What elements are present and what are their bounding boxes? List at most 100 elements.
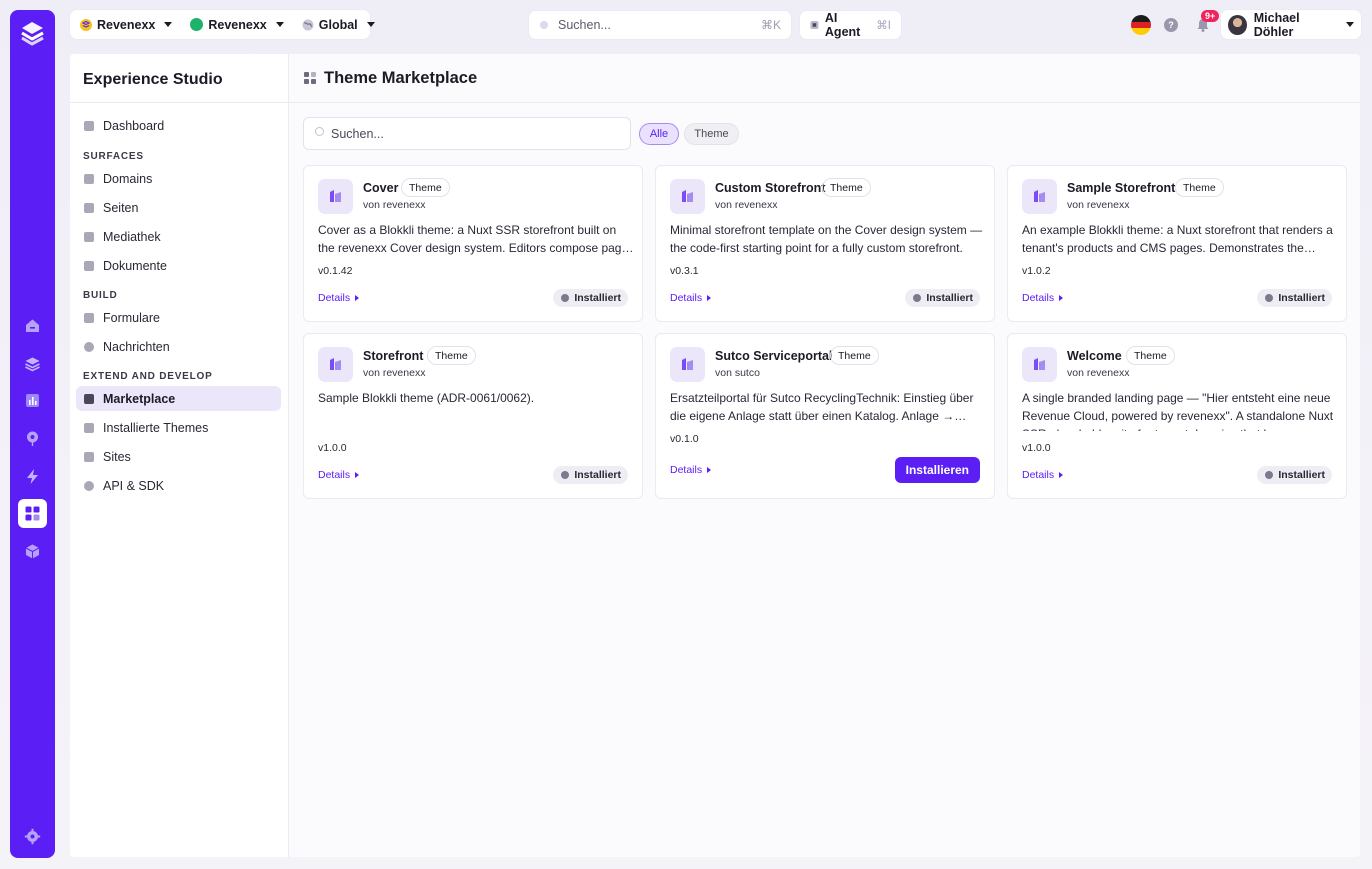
sidebar-item-label: Mediathek (103, 229, 161, 244)
arrow-right-icon (355, 295, 360, 301)
theme-name: Sutco Serviceportal (715, 349, 833, 363)
workspace-selector[interactable]: Revenexx (180, 10, 291, 39)
sidebar-item-label: Seiten (103, 200, 139, 215)
sidebar-item-label: Dokumente (103, 258, 167, 273)
sidebar-item-sites[interactable]: Sites (76, 444, 281, 469)
arrow-right-icon (707, 295, 712, 301)
page-title: Theme Marketplace (324, 68, 478, 87)
section-build: BUILD (83, 290, 118, 301)
details-label: Details (1022, 469, 1055, 481)
theme-type-tag: Theme (1126, 346, 1175, 365)
global-search[interactable]: Suchen... ⌘K (529, 11, 791, 39)
themes-icon (84, 422, 94, 433)
sidebar-item-nachrichten[interactable]: Nachrichten (76, 334, 281, 359)
main-panel: Experience Studio Dashboard SURFACES Dom… (70, 54, 1360, 857)
installed-label: Installiert (1278, 292, 1325, 304)
page-header: Theme Marketplace (289, 54, 1360, 103)
filter-chip-alle[interactable]: Alle (639, 123, 679, 145)
theme-card: Storefront Theme von revenexx Sample Blo… (303, 333, 643, 499)
theme-type-tag: Theme (427, 346, 476, 365)
settings-icon[interactable] (18, 822, 47, 851)
details-label: Details (1022, 292, 1055, 304)
sidebar-item-marketplace[interactable]: Marketplace (76, 386, 281, 411)
details-link[interactable]: Details (670, 464, 712, 476)
check-circle-icon (561, 471, 570, 479)
marketplace-icon (84, 393, 94, 404)
user-menu[interactable]: Michael Döhler (1221, 10, 1361, 39)
chevron-down-icon (1346, 22, 1354, 27)
sidebar-item-domains[interactable]: Domains (76, 166, 281, 191)
documents-icon (84, 260, 94, 271)
check-circle-icon (1265, 471, 1274, 479)
details-link[interactable]: Details (318, 292, 360, 304)
ai-agent-icon (810, 20, 819, 30)
sidebar-item-formulare[interactable]: Formulare (76, 305, 281, 330)
region-label: Global (318, 17, 358, 32)
marketplace-icon[interactable] (18, 499, 47, 528)
workspace-status-icon (190, 18, 204, 31)
details-label: Details (670, 292, 703, 304)
theme-description: An example Blokkli theme: a Nuxt storefr… (1022, 223, 1333, 255)
ai-agent-shortcut: ⌘I (876, 20, 891, 32)
sidebar-item-dokumente[interactable]: Dokumente (76, 253, 281, 278)
details-link[interactable]: Details (1022, 469, 1064, 481)
theme-author: von revenexx (1067, 367, 1130, 379)
app-rail (10, 10, 55, 858)
sidebar-item-installierte-themes[interactable]: Installierte Themes (76, 415, 281, 440)
tenant-label: Revenexx (97, 17, 156, 32)
help-icon[interactable]: ? (1164, 18, 1178, 32)
sidebar-item-label: Dashboard (103, 118, 165, 133)
theme-description: Cover as a Blokkli theme: a Nuxt SSR sto… (318, 223, 635, 255)
details-link[interactable]: Details (318, 469, 360, 481)
sidebar-item-label: Installierte Themes (103, 420, 209, 435)
details-link[interactable]: Details (670, 292, 712, 304)
arrow-right-icon (707, 467, 712, 473)
theme-description: Ersatzteilportal für Sutco RecyclingTech… (670, 391, 974, 423)
dashboard-icon (84, 120, 94, 131)
tenant-logo-icon (80, 18, 92, 31)
theme-version: v1.0.0 (318, 442, 347, 454)
theme-description: Minimal storefront template on the Cover… (670, 223, 983, 255)
bolt-icon[interactable] (18, 462, 47, 491)
check-circle-icon (1265, 294, 1274, 302)
sidebar-item-api-sdk[interactable]: API & SDK (76, 473, 281, 498)
sidebar-item-dashboard[interactable]: Dashboard (76, 113, 281, 138)
theme-icon (318, 347, 353, 382)
content-area: Theme Marketplace Suchen... Alle Theme C… (289, 54, 1360, 857)
app-logo-icon[interactable] (19, 19, 46, 46)
cube-icon[interactable] (18, 537, 47, 566)
install-button[interactable]: Installieren (894, 457, 980, 483)
layers-icon[interactable] (18, 349, 47, 378)
pin-icon[interactable] (18, 424, 47, 453)
section-extend-and-develop: EXTEND AND DEVELOP (83, 371, 213, 382)
home-icon[interactable] (18, 311, 47, 340)
sidebar-item-mediathek[interactable]: Mediathek (76, 224, 281, 249)
theme-type-tag: Theme (401, 178, 450, 197)
details-link[interactable]: Details (1022, 292, 1064, 304)
marketplace-search-placeholder: Suchen... (331, 126, 384, 141)
media-icon (84, 231, 94, 242)
check-circle-icon (561, 294, 570, 302)
theme-name: Custom Storefront (715, 181, 826, 195)
section-surfaces: SURFACES (83, 151, 144, 162)
marketplace-icon (304, 72, 316, 84)
region-selector[interactable]: Global (292, 10, 383, 39)
details-label: Details (318, 292, 351, 304)
theme-type-tag: Theme (822, 178, 871, 197)
marketplace-search-input[interactable]: Suchen... (303, 117, 631, 150)
filter-chip-theme[interactable]: Theme (684, 123, 739, 145)
theme-author: von revenexx (363, 199, 426, 211)
language-flag-icon[interactable] (1131, 15, 1151, 35)
sites-icon (84, 451, 94, 462)
tenant-selector[interactable]: Revenexx (70, 10, 180, 39)
api-icon (84, 480, 94, 491)
details-label: Details (670, 464, 703, 476)
sidebar-item-seiten[interactable]: Seiten (76, 195, 281, 220)
ai-agent-button[interactable]: AI Agent ⌘I (800, 11, 901, 39)
theme-card: Welcome Theme von revenexx A single bran… (1007, 333, 1347, 499)
theme-type-tag: Theme (1175, 178, 1224, 197)
domains-icon (84, 173, 94, 184)
theme-card: Custom Storefront Theme von revenexx Min… (655, 165, 995, 322)
analytics-icon[interactable] (18, 386, 47, 415)
arrow-right-icon (1059, 472, 1064, 478)
